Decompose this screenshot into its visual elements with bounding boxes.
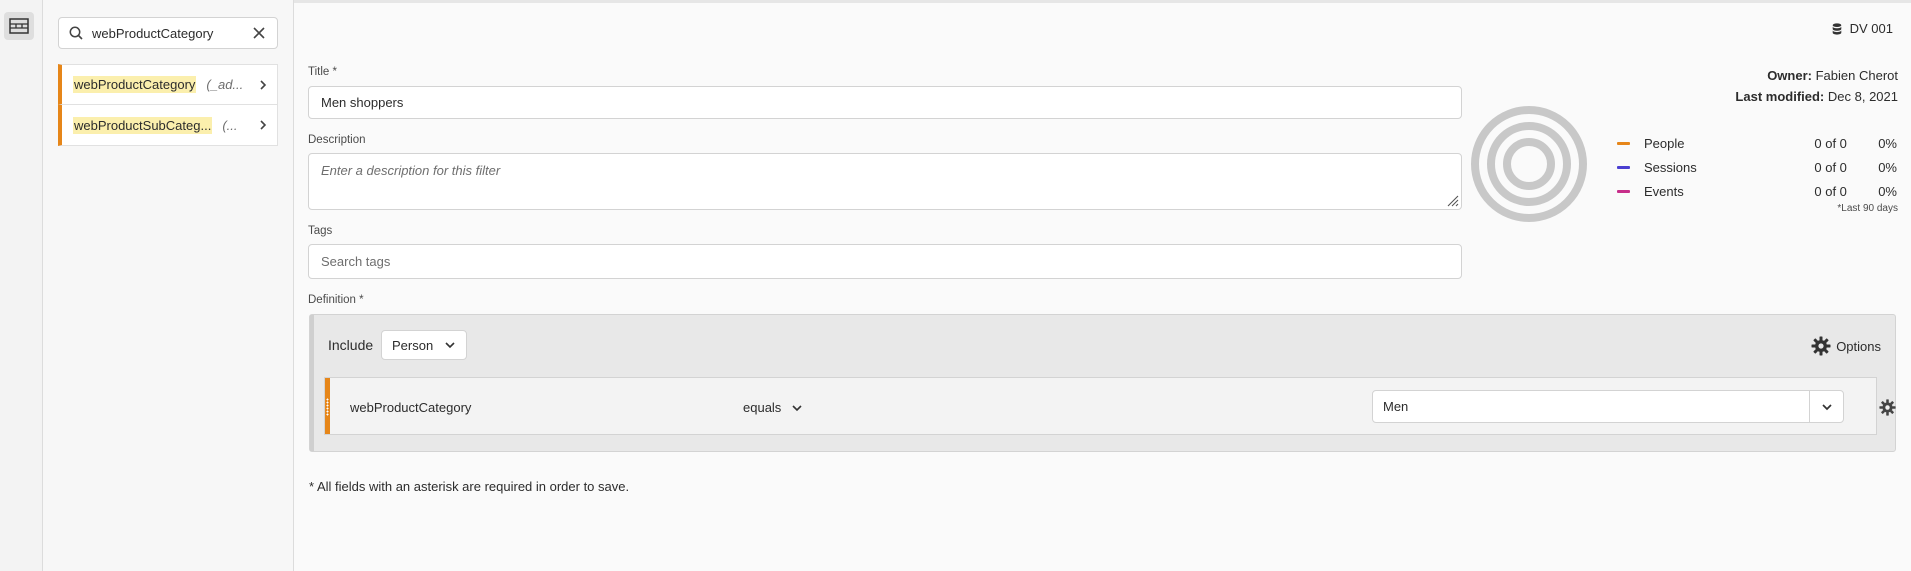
left-rail: [0, 0, 43, 571]
chevron-right-icon[interactable]: [257, 119, 269, 131]
owner-info: Owner: Fabien Cherot Last modified: Dec …: [1735, 65, 1898, 107]
stat-label: Events: [1643, 183, 1684, 199]
drag-handle-icon[interactable]: [326, 398, 329, 416]
dataview-name: DV 001: [1849, 21, 1893, 36]
component-name-rest: SubCateg...: [142, 117, 212, 133]
description-placeholder: Enter a description for this filter: [321, 163, 501, 178]
component-name-highlight: webProduct: [74, 117, 143, 133]
sessions-legend-swatch: [1617, 165, 1630, 169]
chevron-down-icon: [445, 342, 455, 349]
search-icon: [69, 26, 83, 40]
gear-icon: [1811, 336, 1831, 356]
events-legend-swatch: [1617, 189, 1630, 193]
clear-search-icon[interactable]: [251, 25, 267, 41]
modified-label: Last modified:: [1735, 89, 1825, 104]
stat-percent: 0%: [1878, 183, 1897, 199]
stat-row-sessions: Sessions 0 of 0 0%: [1617, 155, 1897, 179]
dataview-selector[interactable]: DV 001: [1832, 21, 1893, 36]
operator-value: equals: [743, 400, 782, 415]
stat-label: Sessions: [1643, 159, 1697, 175]
components-panel: webProductCategory webProductCategory (_…: [43, 0, 294, 571]
rule-value-combobox[interactable]: Men: [1372, 390, 1844, 423]
segments-panel-button[interactable]: [4, 12, 34, 40]
rule-value[interactable]: Men: [1373, 399, 1809, 414]
title-label: Title *: [308, 66, 337, 78]
chevron-right-icon[interactable]: [257, 79, 269, 91]
owner-label: Owner:: [1767, 68, 1812, 83]
database-icon: [1832, 22, 1841, 35]
people-legend-swatch: [1617, 141, 1630, 145]
title-field[interactable]: Men shoppers: [308, 86, 1462, 119]
stat-count: 0 of 0: [1814, 135, 1847, 151]
list-item[interactable]: webProductSubCateg... (...: [58, 105, 278, 146]
description-label: Description: [308, 134, 366, 146]
definition-label: Definition *: [308, 294, 364, 306]
resize-handle-icon[interactable]: [1445, 193, 1459, 207]
stat-count: 0 of 0: [1814, 159, 1847, 175]
stats-footnote: *Last 90 days: [1837, 203, 1898, 214]
operator-dropdown[interactable]: equals: [743, 400, 803, 415]
value-dropdown-button[interactable]: [1809, 391, 1843, 422]
tags-field[interactable]: Search tags: [308, 244, 1462, 279]
stat-percent: 0%: [1878, 159, 1897, 175]
rule-dimension[interactable]: webProductCategory: [350, 400, 471, 415]
description-field[interactable]: Enter a description for this filter: [308, 153, 1462, 210]
tags-placeholder: Search tags: [321, 254, 391, 269]
scope-value: Person: [392, 337, 434, 353]
options-label: Options: [1836, 338, 1881, 354]
filter-editor: DV 001 Title * Men shoppers Description …: [294, 0, 1911, 571]
summary-donut-chart: [1471, 106, 1587, 222]
tags-label: Tags: [308, 225, 333, 237]
summary-stats: People 0 of 0 0% Sessions 0 of 0 0% Even…: [1617, 131, 1897, 203]
chevron-down-icon: [792, 404, 802, 411]
component-hint: (_ad...: [206, 77, 244, 92]
required-fields-note: * All fields with an asterisk are requir…: [309, 479, 630, 494]
list-item[interactable]: webProductCategory (_ad...: [58, 64, 278, 105]
rule-row: webProductCategory equals Men: [324, 377, 1896, 435]
modified-value: Dec 8, 2021: [1827, 89, 1898, 104]
title-value: Men shoppers: [321, 95, 404, 110]
chevron-down-icon: [1821, 403, 1832, 410]
stat-percent: 0%: [1878, 135, 1897, 151]
component-hint: (...: [222, 117, 238, 133]
definition-container: Include Person Options webProductCategor…: [309, 314, 1896, 452]
owner-value: Fabien Cherot: [1815, 68, 1898, 83]
scope-dropdown[interactable]: Person: [381, 330, 467, 360]
stat-row-people: People 0 of 0 0%: [1617, 131, 1897, 155]
component-list: webProductCategory (_ad... webProductSub…: [58, 64, 278, 146]
segments-icon: [9, 18, 29, 34]
component-search[interactable]: webProductCategory: [58, 17, 278, 49]
options-button[interactable]: Options: [1811, 336, 1881, 356]
rule-settings-gear-icon[interactable]: [1879, 399, 1896, 416]
component-name-match: webProductCategory: [73, 76, 197, 93]
stat-label: People: [1643, 135, 1685, 151]
stat-row-events: Events 0 of 0 0%: [1617, 179, 1897, 203]
stat-count: 0 of 0: [1814, 183, 1847, 199]
include-label: Include: [328, 337, 374, 353]
component-name-match: webProductSubCateg...: [73, 116, 213, 134]
search-input[interactable]: webProductCategory: [92, 26, 251, 41]
